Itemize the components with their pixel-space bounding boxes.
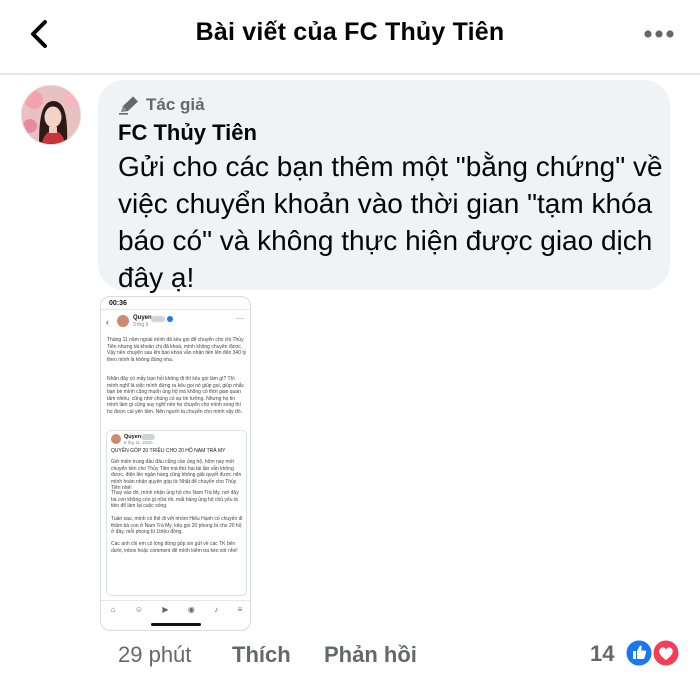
- attachment-watch-icon: ▶: [162, 605, 169, 614]
- attachment-author: Quyen: [133, 315, 152, 321]
- page-title: Bài viết của FC Thủy Tiên: [195, 18, 505, 46]
- quoted-date: 8 thg 11, 2020 ·: [124, 440, 156, 445]
- attachment-body-2: Nhân đây có mấy bạn hỏi không đi thì kêu…: [107, 376, 245, 415]
- attachment-avatar: [117, 315, 129, 327]
- quoted-body-2: Thay vào đó, mình nhận ủng hộ cho Nam Tr…: [111, 490, 239, 509]
- attachment-home-icon: ⌂: [110, 605, 116, 614]
- love-icon: [651, 638, 681, 668]
- header-bar: Bài viết của FC Thủy Tiên: [0, 0, 700, 72]
- attachment-profile-icon: ◉: [187, 605, 195, 614]
- like-button[interactable]: Thích: [232, 642, 324, 668]
- reply-button[interactable]: Phản hồi: [324, 642, 417, 668]
- attachment-menu-icon: ≡: [237, 605, 243, 614]
- comment-text: Gửi cho các bạn thêm một "bằng chứng" về…: [118, 151, 663, 293]
- attachment-body-1: Tháng 11 năm ngoái mình đã kêu gọi để ch…: [107, 337, 247, 363]
- author-badge: Tác giả: [118, 94, 205, 116]
- attachment-status-divider: [101, 309, 250, 310]
- attached-screenshot[interactable]: 00:36 ‹ Quyen 3 thg 9 · ··· Tháng 11 năm…: [100, 296, 251, 631]
- attachment-date: 3 thg 9 ·: [133, 322, 152, 328]
- attachment-status-time: 00:36: [109, 300, 127, 307]
- quoted-body-3: Tuần sau, mình có thể đi với nhóm Hiếu H…: [111, 516, 243, 535]
- quoted-body-1: Giờ miền trung đầu đâu cũng cần ủng hộ, …: [111, 459, 242, 491]
- reaction-count[interactable]: 14: [590, 641, 614, 667]
- attachment-tab-bar: ⌂ ☺ ▶ ◉ ♪ ≡: [101, 600, 250, 618]
- attachment-friends-icon: ☺: [134, 605, 144, 614]
- like-icon: [624, 638, 654, 668]
- comment-bubble[interactable]: Tác giả FC Thủy Tiên Gửi cho các bạn thê…: [98, 80, 670, 293]
- attachment-blurred-name: [151, 316, 165, 322]
- avatar[interactable]: [21, 85, 81, 145]
- quoted-headline: QUYÊN GÓP 20 TRIỆU CHO 20 HỘ NAM TRÀ MY: [111, 448, 226, 454]
- attachment-back-icon: ‹: [106, 317, 109, 327]
- header-divider: [0, 73, 700, 75]
- reaction-icons[interactable]: [624, 638, 682, 668]
- attachment-verified-icon: [167, 316, 173, 322]
- comment-time: 29 phút: [118, 642, 192, 667]
- comment-actions: 29 phút Thích Phản hồi: [118, 640, 417, 670]
- more-horizontal-icon[interactable]: [642, 22, 676, 46]
- attachment-quoted-post: Quyen 8 thg 11, 2020 · QUYÊN GÓP 20 TRIỆ…: [106, 430, 247, 596]
- attachment-bell-icon: ♪: [214, 605, 219, 614]
- quoted-body-4: Các anh chị em có lòng đóng góp xin gửi …: [111, 541, 238, 554]
- author-name[interactable]: FC Thủy Tiên: [118, 120, 257, 146]
- author-badge-label: Tác giả: [146, 95, 205, 114]
- attachment-home-indicator: [151, 623, 201, 626]
- quoted-avatar: [111, 434, 121, 444]
- pen-icon: [119, 96, 138, 115]
- attachment-more-icon: ···: [236, 314, 244, 323]
